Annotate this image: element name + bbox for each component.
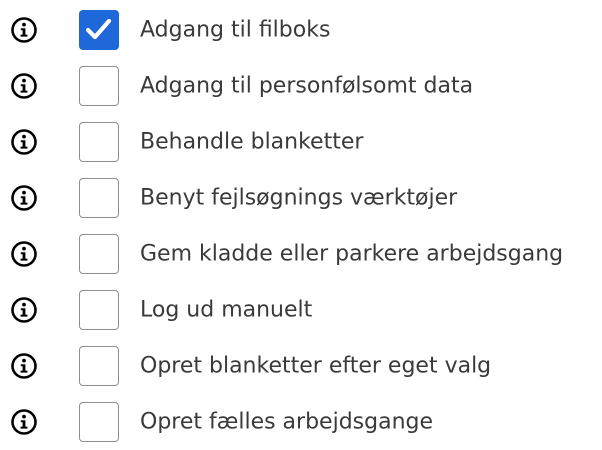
permission-checkbox[interactable] <box>79 122 119 162</box>
permission-row-gem-kladde: Gem kladde eller parkere arbejdsgang <box>0 226 602 282</box>
permission-row-filboks: Adgang til filboks <box>0 2 602 58</box>
permission-label: Log ud manuelt <box>140 297 313 323</box>
permission-row-personfoelsomt-data: Adgang til personfølsomt data <box>0 58 602 114</box>
permission-checkbox[interactable] <box>79 178 119 218</box>
permission-checkbox[interactable] <box>79 402 119 442</box>
permission-label: Benyt fejlsøgnings værktøjer <box>140 185 458 211</box>
permission-row-log-ud-manuelt: Log ud manuelt <box>0 282 602 338</box>
permission-row-opret-faelles-arbejdsgange: Opret fælles arbejdsgange <box>0 394 602 450</box>
info-icon[interactable] <box>10 296 38 324</box>
permission-checkbox[interactable] <box>79 290 119 330</box>
permission-row-behandle-blanketter: Behandle blanketter <box>0 114 602 170</box>
info-icon[interactable] <box>10 16 38 44</box>
permission-label: Adgang til personfølsomt data <box>140 73 474 99</box>
permission-label: Gem kladde eller parkere arbejdsgang <box>140 241 564 267</box>
info-icon[interactable] <box>10 408 38 436</box>
permission-label: Adgang til filboks <box>140 17 331 43</box>
info-icon[interactable] <box>10 352 38 380</box>
permissions-list: Adgang til filboks Adgang til personføls… <box>0 0 602 448</box>
permission-label: Opret blanketter efter eget valg <box>140 353 492 379</box>
info-icon[interactable] <box>10 240 38 268</box>
checkmark-icon <box>85 18 112 40</box>
permission-checkbox[interactable] <box>79 346 119 386</box>
info-icon[interactable] <box>10 184 38 212</box>
permission-label: Opret fælles arbejdsgange <box>140 409 434 435</box>
permission-checkbox[interactable] <box>79 234 119 274</box>
info-icon[interactable] <box>10 72 38 100</box>
permission-row-fejlsoegnings-vaerktoejer: Benyt fejlsøgnings værktøjer <box>0 170 602 226</box>
permission-label: Behandle blanketter <box>140 129 364 155</box>
permission-checkbox[interactable] <box>79 10 119 50</box>
permission-row-opret-blanketter: Opret blanketter efter eget valg <box>0 338 602 394</box>
permission-checkbox[interactable] <box>79 66 119 106</box>
info-icon[interactable] <box>10 128 38 156</box>
